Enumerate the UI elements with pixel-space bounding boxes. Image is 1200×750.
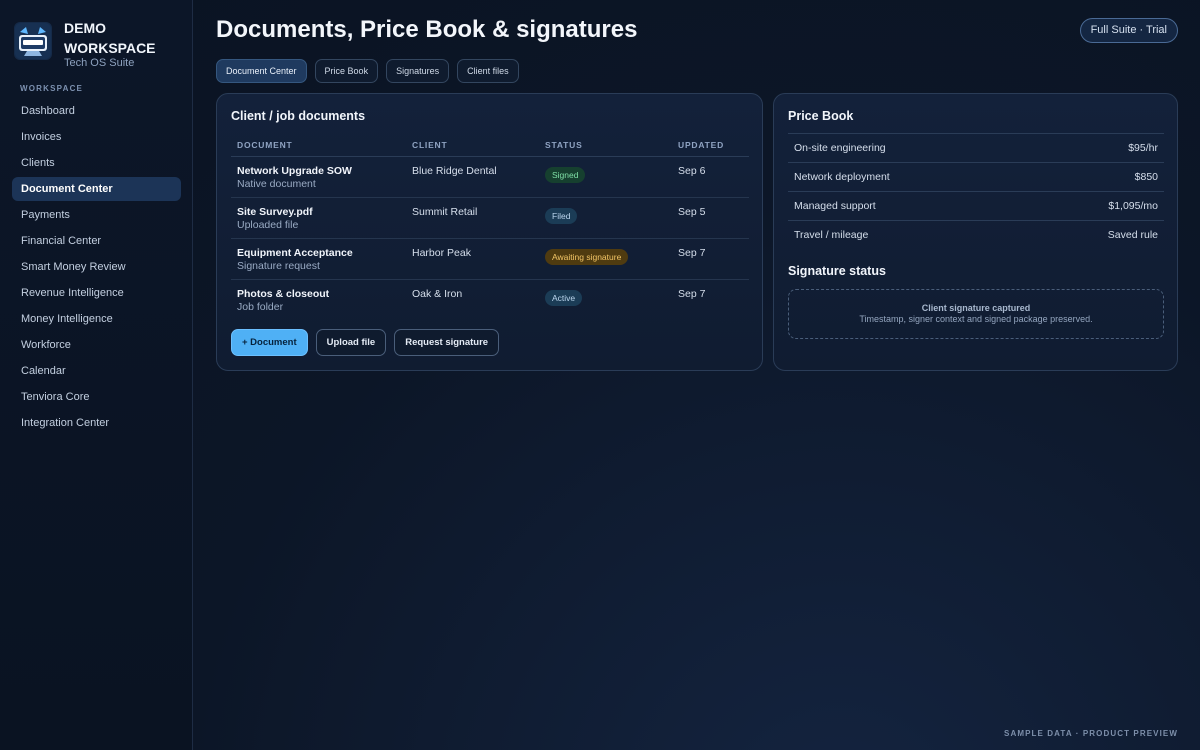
sidebar-item-dashboard[interactable]: Dashboard: [12, 99, 181, 123]
status-cell: Filed: [539, 197, 672, 239]
signature-status-box: Client signature captured Timestamp, sig…: [788, 289, 1164, 339]
signature-detail: Timestamp, signer context and signed pac…: [859, 314, 1093, 324]
price-item-name: Travel / mileage: [794, 229, 869, 241]
sidebar-nav: Dashboard Invoices Clients Document Cent…: [12, 99, 181, 437]
document-actions: + Document Upload file Request signature: [231, 329, 500, 356]
client-cell: Harbor Peak: [406, 238, 539, 280]
sidebar-item-clients[interactable]: Clients: [12, 151, 181, 175]
documents-card-title: Client / job documents: [231, 109, 366, 123]
plan-badge[interactable]: Full Suite · Trial: [1079, 18, 1178, 43]
price-item-value: $95/hr: [1128, 142, 1158, 154]
price-item-value: $1,095/mo: [1108, 200, 1158, 212]
tab-document-center[interactable]: Document Center: [216, 59, 307, 83]
updated-cell: Sep 6: [672, 156, 749, 198]
document-cell: Photos & closeout Job folder: [231, 279, 406, 320]
document-name[interactable]: Network Upgrade SOW: [237, 165, 406, 177]
document-cell: Network Upgrade SOW Native document: [231, 156, 406, 198]
sidebar-item-workforce[interactable]: Workforce: [12, 333, 181, 357]
request-signature-button[interactable]: Request signature: [394, 329, 500, 356]
price-item-value: Saved rule: [1107, 229, 1158, 241]
updated-cell: Sep 5: [672, 197, 749, 239]
client-cell: Summit Retail: [406, 197, 539, 239]
status-cell: Awaiting signature: [539, 238, 672, 280]
updated-cell: Sep 7: [678, 287, 706, 300]
price-book-item[interactable]: Network deployment $850: [788, 162, 1164, 191]
price-item-name: Managed support: [794, 200, 876, 212]
document-type: Uploaded file: [237, 218, 299, 231]
price-book-list: On-site engineering $95/hr Network deplo…: [788, 133, 1164, 249]
document-name[interactable]: Site Survey.pdf: [237, 206, 406, 218]
document-type: Signature request: [237, 259, 320, 272]
price-item-name: On-site engineering: [794, 142, 886, 154]
document-type: Native document: [237, 177, 316, 190]
upload-file-button[interactable]: Upload file: [315, 329, 387, 356]
document-name[interactable]: Photos & closeout: [237, 288, 406, 300]
document-cell: Equipment Acceptance Signature request: [231, 238, 406, 280]
sidebar-item-money-intelligence[interactable]: Money Intelligence: [12, 307, 181, 331]
tab-price-book[interactable]: Price Book: [314, 59, 379, 83]
sidebar-section-label: WORKSPACE: [20, 84, 84, 93]
status-badge: Signed: [545, 166, 586, 183]
status-cell: Signed: [539, 156, 672, 198]
tab-bar: Document Center Price Book Signatures Cl…: [216, 59, 519, 83]
page-title: Documents, Price Book & signatures: [216, 16, 638, 43]
column-header-updated[interactable]: UPDATED: [672, 134, 749, 157]
table-row[interactable]: Equipment Acceptance Signature request H…: [231, 238, 749, 280]
price-item-value: $850: [1134, 171, 1158, 183]
table-row[interactable]: Photos & closeout Job folder Oak & Iron …: [231, 279, 749, 320]
workspace-subtitle: Tech OS Suite: [64, 57, 135, 69]
price-book-item[interactable]: On-site engineering $95/hr: [788, 133, 1164, 162]
sidebar-item-payments[interactable]: Payments: [12, 203, 181, 227]
price-book-title: Price Book: [788, 109, 854, 123]
tab-signatures[interactable]: Signatures: [386, 59, 450, 83]
sidebar: DEMO WORKSPACE Tech OS Suite WORKSPACE D…: [0, 0, 193, 750]
sidebar-item-financial-center[interactable]: Financial Center: [12, 229, 181, 253]
column-header-client[interactable]: CLIENT: [406, 134, 539, 157]
signature-headline: Client signature captured: [921, 303, 1031, 313]
sidebar-item-smart-money-review[interactable]: Smart Money Review: [12, 255, 181, 279]
sidebar-item-document-center[interactable]: Document Center: [12, 177, 181, 201]
sidebar-item-invoices[interactable]: Invoices: [12, 125, 181, 149]
footer-note: SAMPLE DATA · PRODUCT PREVIEW: [1004, 729, 1178, 738]
price-item-name: Network deployment: [794, 171, 890, 183]
document-type: Job folder: [237, 300, 284, 313]
column-header-status[interactable]: STATUS: [539, 134, 672, 157]
price-book-item[interactable]: Managed support $1,095/mo: [788, 191, 1164, 220]
sidebar-item-calendar[interactable]: Calendar: [12, 359, 181, 383]
status-cell: Active: [539, 279, 672, 320]
client-cell: Oak & Iron: [412, 287, 463, 300]
table-header-row: DOCUMENT CLIENT STATUS UPDATED: [231, 134, 749, 157]
updated-cell: Sep 7: [672, 238, 749, 280]
workspace-logo-icon: [14, 22, 52, 60]
status-badge: Filed: [545, 207, 578, 224]
table-row[interactable]: Network Upgrade SOW Native document Blue…: [231, 156, 749, 198]
table-row[interactable]: Site Survey.pdf Uploaded file Summit Ret…: [231, 197, 749, 239]
tab-client-files[interactable]: Client files: [457, 59, 519, 83]
price-book-card: Price Book On-site engineering $95/hr Ne…: [773, 93, 1178, 371]
sidebar-item-integration-center[interactable]: Integration Center: [12, 411, 181, 435]
document-name[interactable]: Equipment Acceptance: [237, 247, 406, 259]
document-cell: Site Survey.pdf Uploaded file: [231, 197, 406, 239]
brand[interactable]: DEMO WORKSPACE Tech OS Suite: [14, 18, 189, 72]
sidebar-item-revenue-intelligence[interactable]: Revenue Intelligence: [12, 281, 181, 305]
status-badge: Awaiting signature: [545, 248, 629, 265]
column-header-document[interactable]: DOCUMENT: [231, 134, 406, 157]
add-document-button[interactable]: + Document: [231, 329, 308, 356]
status-badge: Active: [545, 289, 583, 306]
price-book-item[interactable]: Travel / mileage Saved rule: [788, 220, 1164, 249]
signature-status-title: Signature status: [788, 264, 886, 278]
documents-table: DOCUMENT CLIENT STATUS UPDATED Network U…: [231, 134, 749, 320]
client-cell: Blue Ridge Dental: [406, 156, 539, 198]
documents-card: Client / job documents DOCUMENT CLIENT S…: [216, 93, 763, 371]
sidebar-item-tenviora-core[interactable]: Tenviora Core: [12, 385, 181, 409]
workspace-name: DEMO WORKSPACE: [64, 20, 156, 56]
